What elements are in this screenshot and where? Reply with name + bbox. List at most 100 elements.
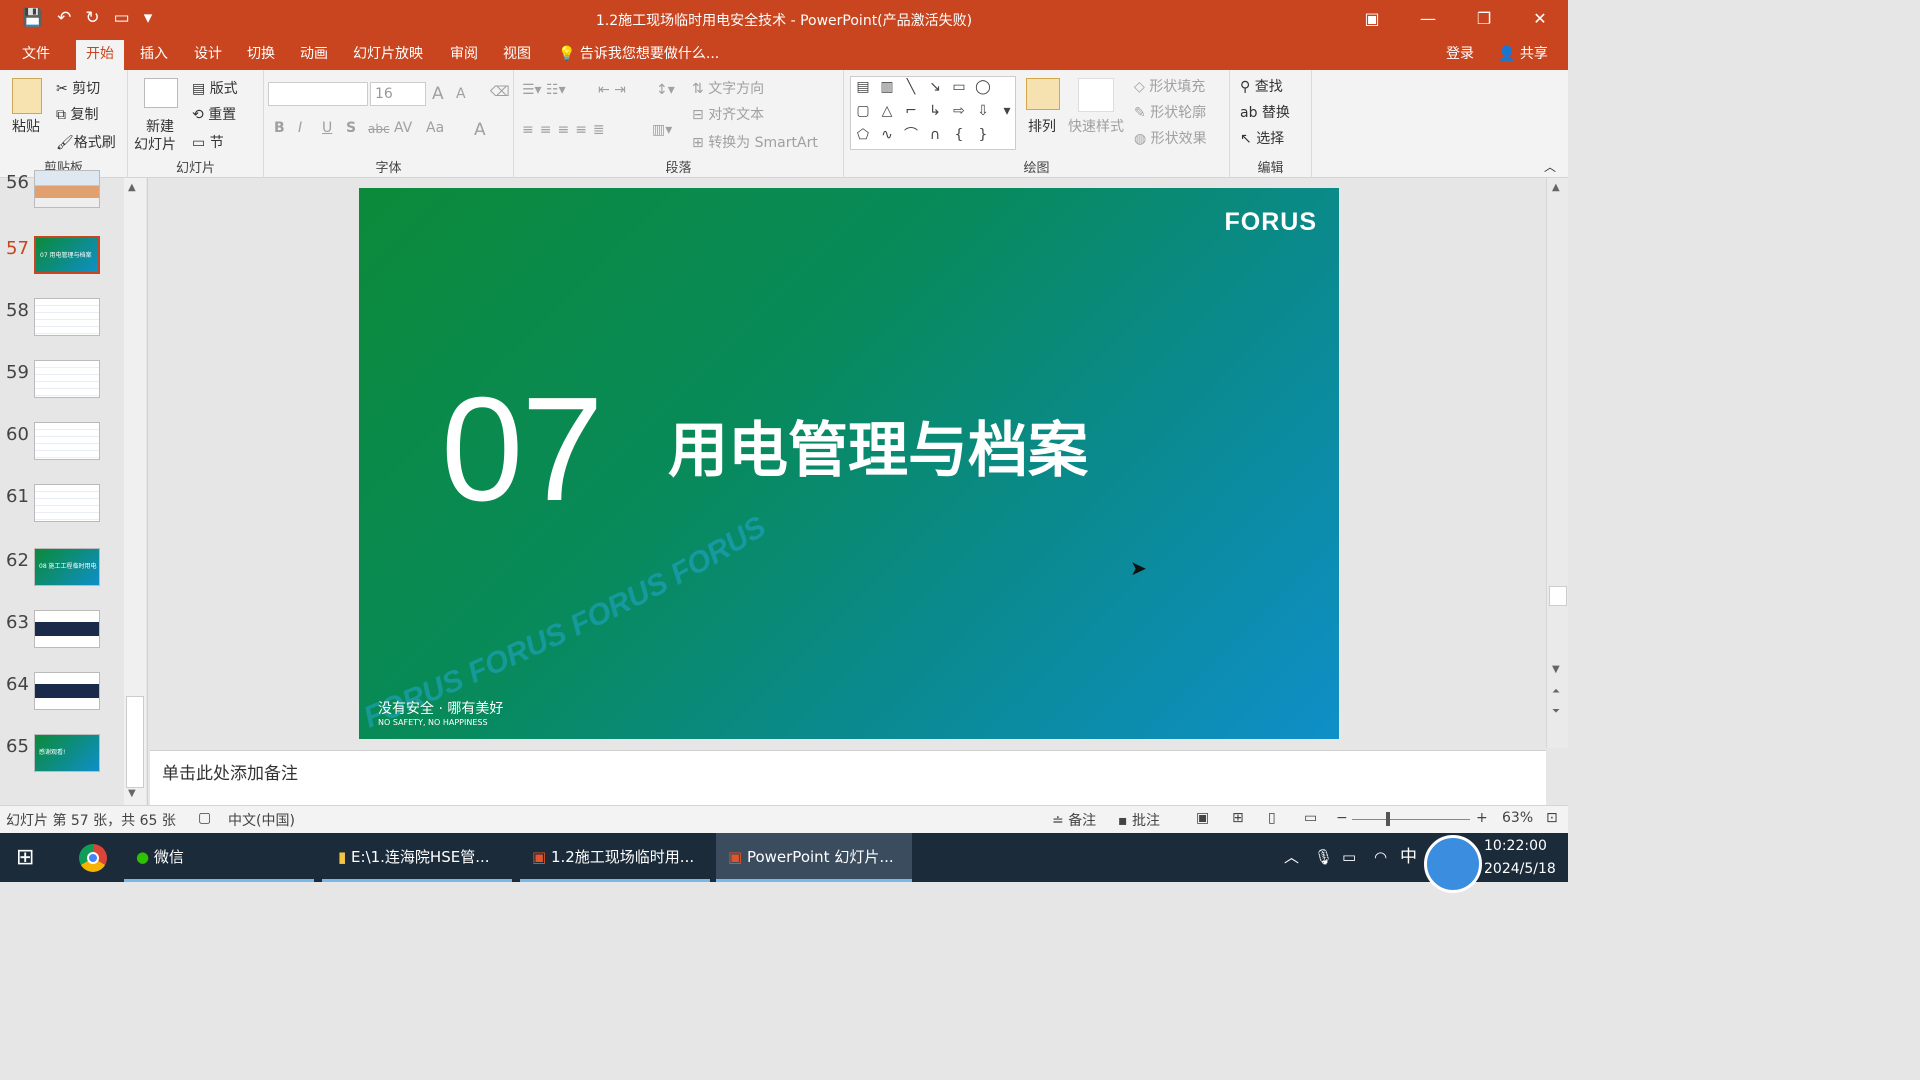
scroll-down-icon[interactable]: ▼ [1552, 664, 1560, 675]
zoom-out-button[interactable]: − [1336, 810, 1348, 826]
scroll-down-icon[interactable]: ▼ [128, 788, 136, 799]
underline-button[interactable]: U [322, 120, 332, 136]
comments-toggle[interactable]: ▪ 批注 [1118, 810, 1160, 830]
tab-home[interactable]: 开始 [76, 40, 124, 70]
right-arrow-shape-icon[interactable]: ⇨ [948, 100, 970, 122]
slideshow-view-icon[interactable]: ▭ [1304, 810, 1317, 826]
section-button[interactable]: ▭ 节 [192, 132, 224, 152]
textbox-shape-icon[interactable]: ▤ [852, 76, 874, 98]
thumbnail-item[interactable]: 60 [0, 422, 124, 466]
tab-insert[interactable]: 插入 [130, 40, 178, 70]
line-shape-icon[interactable]: ╲ [900, 76, 922, 98]
tab-slideshow[interactable]: 幻灯片放映 [343, 40, 433, 70]
cut-button[interactable]: ✂ 剪切 [56, 78, 100, 98]
curve-shape-icon[interactable]: ∩ [924, 124, 946, 146]
thumbnail-item[interactable]: 65 感谢观看! [0, 734, 124, 778]
thumbnail-image[interactable] [34, 170, 100, 208]
paste-button[interactable]: 粘贴 [12, 116, 40, 136]
bold-button[interactable]: B [274, 120, 285, 136]
spellcheck-icon[interactable]: ▢ [198, 810, 211, 826]
microphone-icon[interactable]: 🎙 [1314, 833, 1333, 882]
language-indicator[interactable]: 中文(中国) [228, 810, 295, 830]
shape-outline-button[interactable]: ✎ 形状轮廓 [1134, 102, 1206, 122]
down-arrow-shape-icon[interactable]: ⇩ [972, 100, 994, 122]
thumbnail-image[interactable] [34, 672, 100, 710]
fit-slide-icon[interactable]: ⊡ [1546, 810, 1558, 826]
taskbar-explorer[interactable]: ▮ E:\1.连海院HSE管... [322, 833, 512, 882]
arrange-button[interactable]: 排列 [1028, 116, 1056, 136]
shape-fill-button[interactable]: ◇ 形状填充 [1134, 76, 1205, 96]
zoom-level[interactable]: 63% [1502, 810, 1533, 826]
format-painter-button[interactable]: 🖌格式刷 [56, 132, 116, 152]
reset-button[interactable]: ⟲ 重置 [192, 104, 236, 124]
left-brace-shape-icon[interactable]: { [948, 124, 970, 146]
notes-pane[interactable]: 单击此处添加备注 [150, 750, 1546, 805]
wifi-icon[interactable]: ◠ [1374, 833, 1387, 882]
thumbnail-image[interactable] [34, 484, 100, 522]
line-spacing-icon[interactable]: ↕▾ [656, 82, 675, 98]
ribbon-display-icon[interactable]: ▣ [1344, 0, 1400, 40]
scribble-shape-icon[interactable]: ∿ [876, 124, 898, 146]
thumbnail-item[interactable]: 59 [0, 360, 124, 404]
copy-button[interactable]: ⧉ 复制 [56, 104, 98, 124]
slide-sorter-icon[interactable]: ⊞ [1232, 810, 1244, 826]
elbow-arrow-shape-icon[interactable]: ↳ [924, 100, 946, 122]
quick-styles-icon[interactable] [1078, 78, 1114, 112]
thumbnail-image[interactable] [34, 360, 100, 398]
find-button[interactable]: ⚲ 查找 [1240, 76, 1283, 96]
oval-shape-icon[interactable]: ◯ [972, 76, 994, 98]
previous-slide-icon[interactable]: ⏶ [1552, 686, 1560, 697]
freeform-shape-icon[interactable]: ⬠ [852, 124, 874, 146]
next-slide-icon[interactable]: ⏷ [1552, 706, 1560, 717]
taskbar-ppt-slideshow[interactable]: ▣ PowerPoint 幻灯片... [716, 833, 912, 882]
arrange-icon[interactable] [1026, 78, 1060, 110]
thumbnail-scrollbar[interactable]: ▲ ▼ [124, 178, 146, 805]
battery-icon[interactable]: ▭ [1342, 833, 1356, 882]
tab-file[interactable]: 文件 [12, 40, 60, 70]
slide-scrollbar[interactable]: ▲ ▼ ⏶ ⏷ [1546, 178, 1568, 748]
change-case-button[interactable]: Aa [426, 120, 444, 136]
notes-toggle[interactable]: ≐ 备注 [1052, 810, 1096, 830]
shape-effects-button[interactable]: ◍ 形状效果 [1134, 128, 1207, 148]
tab-review[interactable]: 审阅 [440, 40, 488, 70]
new-slide-dropdown[interactable]: 幻灯片 [134, 134, 176, 154]
layout-button[interactable]: ▤ 版式 [192, 78, 238, 98]
indent-icon[interactable]: ⇤ ⇥ [598, 82, 626, 98]
notes-placeholder[interactable]: 单击此处添加备注 [162, 759, 298, 784]
restore-button[interactable]: ❐ [1456, 0, 1512, 40]
scrollbar-thumb[interactable] [1549, 586, 1567, 606]
signin-link[interactable]: 登录 [1436, 40, 1484, 70]
normal-view-icon[interactable]: ▣ [1196, 810, 1209, 826]
strikethrough-button[interactable]: abc [368, 122, 390, 136]
thumbnail-item[interactable]: 58 [0, 298, 124, 342]
arc-shape-icon[interactable]: ⌒ [900, 124, 922, 146]
rectangle-shape-icon[interactable]: ▭ [948, 76, 970, 98]
vertical-textbox-shape-icon[interactable]: ▥ [876, 76, 898, 98]
tab-animations[interactable]: 动画 [290, 40, 338, 70]
triangle-shape-icon[interactable]: △ [876, 100, 898, 122]
replace-button[interactable]: ab 替换 [1240, 102, 1290, 122]
tray-expand-icon[interactable]: ︿ [1284, 833, 1299, 882]
minimize-button[interactable]: — [1400, 0, 1456, 40]
tab-view[interactable]: 视图 [493, 40, 541, 70]
columns-icon[interactable]: ▥▾ [652, 122, 672, 138]
font-color-button[interactable]: A [474, 120, 486, 140]
thumbnail-item[interactable]: 57 07 用电管理与档案 [0, 236, 124, 280]
thumbnail-item[interactable]: 63 [0, 610, 124, 654]
font-name-box[interactable] [268, 82, 368, 106]
quick-styles-button[interactable]: 快速样式 [1068, 116, 1124, 136]
thumbnail-item[interactable]: 61 [0, 484, 124, 528]
thumbnail-item[interactable]: 62 08 施工工程临时用电 [0, 548, 124, 592]
scroll-up-icon[interactable]: ▲ [1552, 182, 1560, 193]
ime-indicator[interactable]: 中 [1400, 833, 1417, 882]
thumbnail-image[interactable] [34, 422, 100, 460]
bullets-icon[interactable]: ☰▾ ☷▾ [522, 82, 566, 98]
thumbnail-image[interactable]: 感谢观看! [34, 734, 100, 772]
reading-view-icon[interactable]: ▯ [1268, 810, 1276, 826]
floating-assistant-icon[interactable] [1424, 835, 1482, 893]
elbow-connector-shape-icon[interactable]: ⌐ [900, 100, 922, 122]
italic-button[interactable]: I [298, 120, 302, 136]
zoom-slider-thumb[interactable] [1386, 812, 1390, 826]
current-slide[interactable]: FORUS FORUS FORUS FORUS FORUS 07 用电管理与档案… [359, 188, 1339, 739]
new-slide-icon[interactable] [144, 78, 178, 108]
